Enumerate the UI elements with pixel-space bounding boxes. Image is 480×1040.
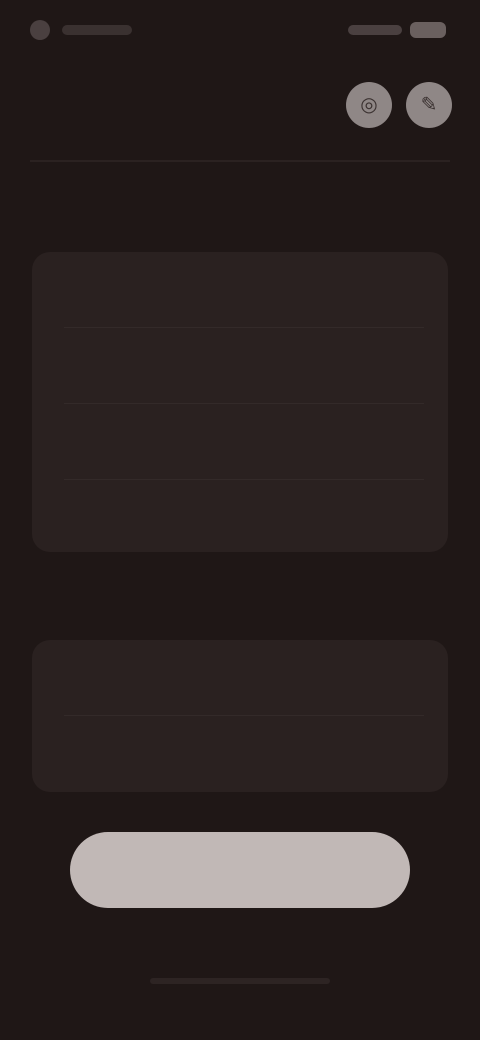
primary-action-button[interactable] <box>70 832 410 908</box>
top-actions: ◎ ✎ <box>346 82 452 128</box>
status-bar-left <box>30 20 132 40</box>
edit-icon: ✎ <box>420 94 438 116</box>
edit-button[interactable]: ✎ <box>406 82 452 128</box>
status-indicators <box>348 25 402 35</box>
settings-card-2 <box>32 640 448 792</box>
profile-icon: ◎ <box>360 94 378 116</box>
status-bar-right <box>348 22 446 38</box>
settings-row[interactable] <box>32 328 448 404</box>
settings-row[interactable] <box>32 480 448 556</box>
home-indicator <box>150 978 330 984</box>
battery-icon <box>410 22 446 38</box>
profile-button[interactable]: ◎ <box>346 82 392 128</box>
settings-row[interactable] <box>32 640 448 716</box>
settings-row[interactable] <box>32 404 448 480</box>
settings-row[interactable] <box>32 252 448 328</box>
app-icon <box>30 20 50 40</box>
header-divider <box>30 160 450 162</box>
status-bar <box>0 0 480 60</box>
settings-card-1 <box>32 252 448 552</box>
status-time <box>62 25 132 35</box>
settings-row[interactable] <box>32 716 448 792</box>
